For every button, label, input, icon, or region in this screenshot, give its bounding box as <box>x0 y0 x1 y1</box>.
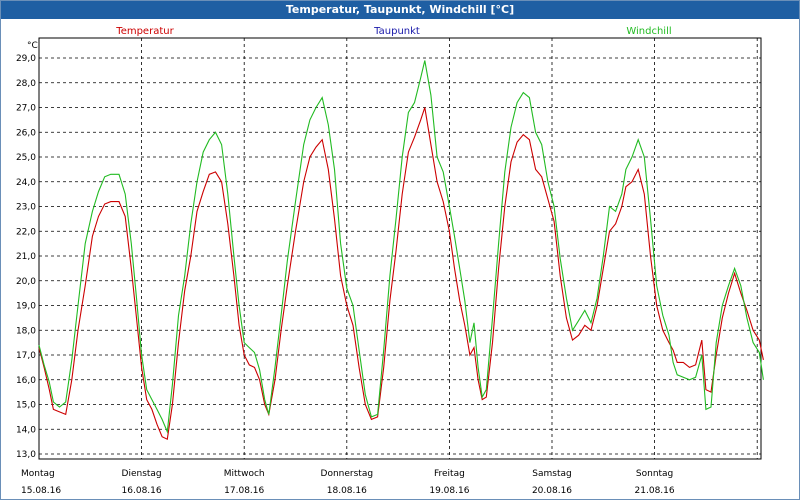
y-tick-label: 13,0 <box>16 450 36 460</box>
chart-plot: 13,0 14,0 15,0 16,0 17,0 18,0 19,0 20,0 21,0 22,0… <box>16 26 764 496</box>
tick-labels: 13,0 14,0 15,0 16,0 17,0 18,0 19,0 20,0 21,0 22,0… <box>16 41 675 496</box>
x-tick-date: 16.08.16 <box>122 486 162 496</box>
legend-item-taupunkt: Taupunkt <box>373 26 420 37</box>
x-tick-date: 15.08.16 <box>21 486 61 496</box>
y-tick-label: 29,0 <box>16 54 36 64</box>
x-tick-day: Sonntag <box>636 469 673 479</box>
y-tick-label: 21,0 <box>16 252 36 262</box>
x-tick-date: 18.08.16 <box>327 486 367 496</box>
y-tick-label: 24,0 <box>16 178 36 188</box>
x-tick-date: 21.08.16 <box>635 486 675 496</box>
y-tick-label: 15,0 <box>16 401 36 411</box>
y-tick-label: 20,0 <box>16 277 36 287</box>
x-tick-day: Montag <box>21 469 55 479</box>
y-tick-label: 16,0 <box>16 376 36 386</box>
x-tick-date: 20.08.16 <box>532 486 572 496</box>
x-tick-day: Donnerstag <box>321 469 374 479</box>
x-tick-date: 19.08.16 <box>429 486 469 496</box>
legend: Temperatur Taupunkt Windchill <box>115 26 671 37</box>
y-tick-label: 23,0 <box>16 203 36 213</box>
x-tick-day: Mittwoch <box>224 469 265 479</box>
x-tick-day: Samstag <box>532 469 571 479</box>
x-tick-date: 17.08.16 <box>224 486 264 496</box>
y-tick-label: 18,0 <box>16 326 36 336</box>
y-tick-label: 17,0 <box>16 351 36 361</box>
y-tick-label: 27,0 <box>16 104 36 114</box>
legend-item-windchill: Windchill <box>626 26 671 37</box>
y-tick-label: 25,0 <box>16 153 36 163</box>
legend-item-temperatur: Temperatur <box>115 26 174 37</box>
x-tick-day: Freitag <box>434 469 465 479</box>
y-tick-label: 14,0 <box>16 425 36 435</box>
y-axis-unit: °C <box>27 41 38 51</box>
y-tick-label: 19,0 <box>16 302 36 312</box>
y-tick-label: 22,0 <box>16 227 36 237</box>
y-tick-label: 28,0 <box>16 79 36 89</box>
x-tick-day: Dienstag <box>122 469 162 479</box>
y-tick-label: 26,0 <box>16 128 36 138</box>
